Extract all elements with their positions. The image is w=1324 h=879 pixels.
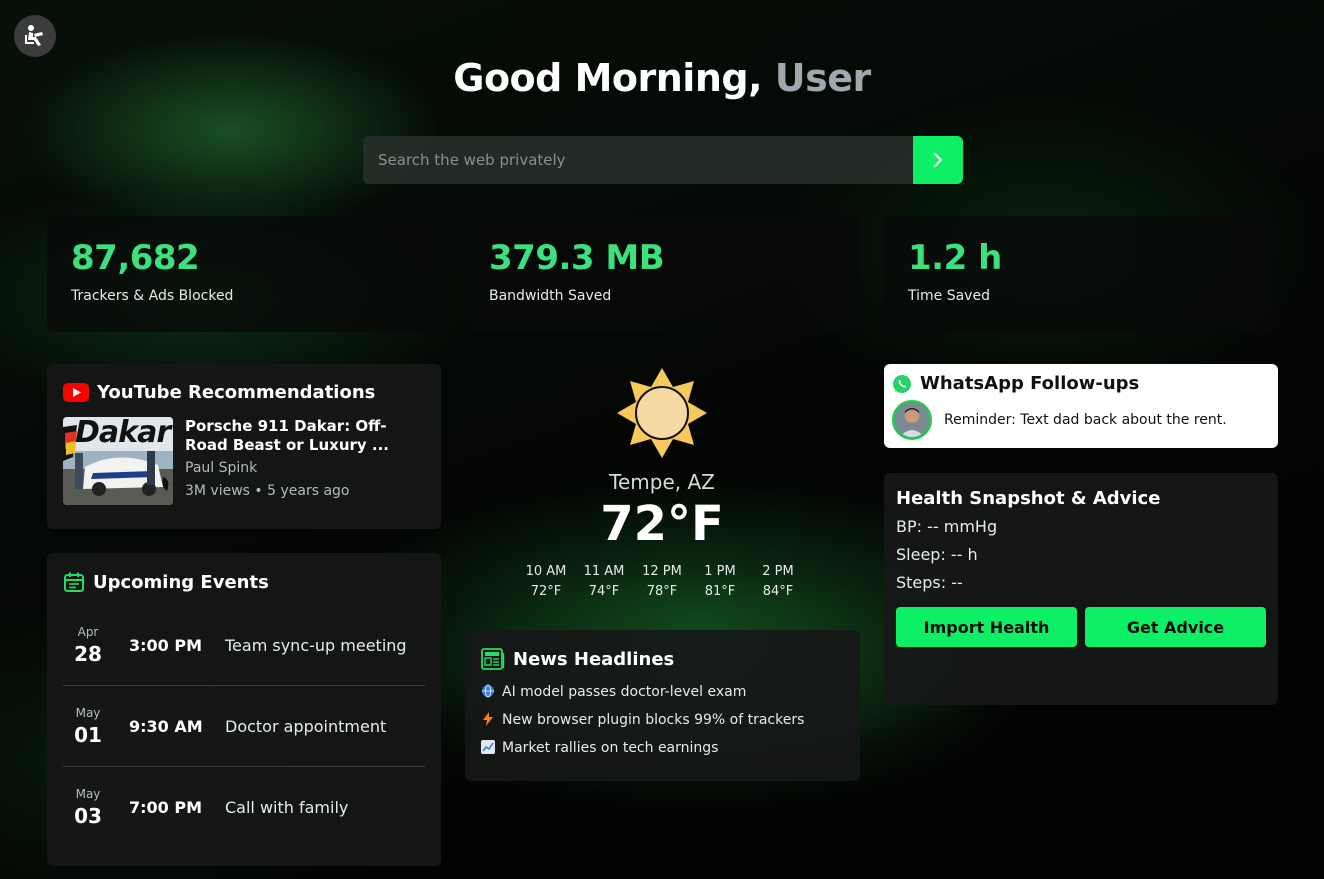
event-time: 7:00 PM (129, 798, 203, 817)
news-item[interactable]: Market rallies on tech earnings (481, 734, 844, 762)
news-headline: New browser plugin blocks 99% of tracker… (502, 712, 805, 728)
chart-icon (481, 739, 495, 757)
forecast-temp: 78°F (646, 584, 678, 599)
event-month: Apr (77, 624, 99, 639)
event-row[interactable]: May 01 9:30 AM Doctor appointment (63, 686, 425, 767)
news-item[interactable]: AI model passes doctor-level exam (481, 678, 844, 706)
whatsapp-card-header: WhatsApp Follow-ups (892, 373, 1270, 394)
user-name: User (774, 56, 872, 100)
search-submit-button[interactable] (913, 136, 963, 184)
event-title: Call with family (225, 798, 349, 817)
event-row[interactable]: Apr 28 3:00 PM Team sync-up meeting (63, 605, 425, 686)
stat-value: 87,682 (71, 238, 200, 278)
video-title[interactable]: Porsche 911 Dakar: Off-Road Beast or Lux… (185, 417, 425, 455)
forecast-item: 10 AM 72°F (524, 562, 568, 602)
news-headline: AI model passes doctor-level exam (502, 684, 747, 700)
forecast-temp: 84°F (762, 584, 794, 599)
import-health-button[interactable]: Import Health (896, 607, 1077, 647)
blood-pressure-value: BP: -- mmHg (896, 517, 998, 536)
video-channel: Paul Spink (185, 460, 258, 476)
get-advice-button[interactable]: Get Advice (1085, 607, 1266, 647)
forecast-time: 12 PM (642, 564, 682, 579)
forecast-time: 10 AM (525, 564, 567, 579)
lightning-icon (481, 711, 495, 729)
stat-value: 1.2 h (908, 238, 1002, 278)
forecast-temp: 74°F (588, 584, 620, 599)
event-title: Team sync-up meeting (225, 635, 407, 655)
stat-trackers-blocked: 87,682 Trackers & Ads Blocked (47, 216, 441, 332)
forecast-time: 1 PM (704, 564, 736, 579)
video-item[interactable]: Dakar Porsche 911 Dakar: Off-Road Beast … (63, 417, 425, 505)
hourly-forecast: 10 AM 72°F 11 AM 74°F 12 PM 78°F 1 PM 81°F 2… (464, 562, 860, 602)
globe-icon (481, 684, 495, 701)
greeting-text: Good Morning, (453, 56, 763, 100)
event-time: 9:30 AM (129, 716, 203, 736)
event-time: 3:00 PM (129, 635, 203, 655)
news-item[interactable]: New browser plugin blocks 99% of tracker… (481, 706, 844, 734)
forecast-item: 1 PM 81°F (698, 562, 742, 602)
events-card-title: Upcoming Events (93, 571, 269, 593)
stat-label: Trackers & Ads Blocked (71, 288, 234, 304)
news-headline: Market rallies on tech earnings (502, 740, 719, 756)
chevron-right-icon (933, 152, 943, 168)
stat-bandwidth-saved: 379.3 MB Bandwidth Saved (465, 216, 859, 332)
search-input[interactable] (363, 136, 913, 184)
whatsapp-card-title: WhatsApp Follow-ups (920, 373, 1140, 394)
page-title: Good Morning, User (0, 56, 1324, 100)
youtube-card: YouTube Recommendations Dakar Porsche 91… (47, 364, 441, 529)
profile-avatar[interactable] (14, 15, 56, 57)
whatsapp-icon (893, 374, 911, 393)
event-title: Doctor appointment (225, 716, 387, 736)
contact-avatar (892, 400, 932, 440)
steps-value: Steps: -- (896, 573, 963, 592)
sun-icon (617, 368, 707, 458)
events-card-header: Upcoming Events (63, 571, 425, 593)
sleep-value: Sleep: -- h (896, 545, 978, 564)
whatsapp-reminder[interactable]: Reminder: Text dad back about the rent. (892, 400, 1270, 440)
health-card-title: Health Snapshot & Advice (896, 488, 1161, 509)
forecast-time: 2 PM (762, 564, 794, 579)
youtube-card-title: YouTube Recommendations (97, 382, 376, 403)
weather-widget: Tempe, AZ 72°F 10 AM 72°F 11 AM 74°F 12 PM… (464, 362, 860, 612)
forecast-item: 12 PM 78°F (640, 562, 684, 602)
events-card: Upcoming Events Apr 28 3:00 PM Team sync… (47, 553, 441, 866)
video-thumbnail[interactable]: Dakar (63, 417, 173, 505)
event-month: May (75, 705, 101, 720)
event-day: 03 (74, 804, 102, 828)
news-card-title: News Headlines (513, 648, 675, 670)
weather-location: Tempe, AZ (609, 470, 715, 494)
search-bar (363, 136, 963, 184)
reading-person-icon (25, 25, 43, 46)
stat-label: Bandwidth Saved (489, 288, 612, 304)
calendar-icon (64, 572, 84, 592)
forecast-item: 2 PM 84°F (756, 562, 800, 602)
weather-temperature: 72°F (600, 496, 724, 552)
forecast-time: 11 AM (583, 564, 625, 579)
stat-value: 379.3 MB (489, 238, 665, 278)
whatsapp-card: WhatsApp Follow-ups Reminder: Text dad b… (884, 364, 1278, 448)
youtube-icon (63, 383, 89, 402)
video-meta: 3M views • 5 years ago (185, 483, 350, 499)
youtube-card-header: YouTube Recommendations (63, 382, 425, 403)
news-card: News Headlines AI model passes doctor-le… (465, 630, 860, 781)
health-card: Health Snapshot & Advice BP: -- mmHg Sle… (884, 473, 1278, 705)
forecast-temp: 72°F (530, 584, 562, 599)
forecast-item: 11 AM 74°F (582, 562, 626, 602)
newspaper-icon (481, 648, 505, 670)
thumbnail-text: Dakar (75, 417, 171, 450)
event-row[interactable]: May 03 7:00 PM Call with family (63, 767, 425, 848)
event-month: May (75, 787, 101, 801)
stat-label: Time Saved (908, 288, 990, 304)
forecast-temp: 81°F (704, 584, 736, 599)
event-day: 28 (74, 641, 102, 666)
reminder-text: Reminder: Text dad back about the rent. (944, 412, 1227, 428)
news-card-header: News Headlines (481, 648, 844, 670)
stat-time-saved: 1.2 h Time Saved (884, 216, 1278, 332)
event-day: 01 (74, 722, 102, 747)
